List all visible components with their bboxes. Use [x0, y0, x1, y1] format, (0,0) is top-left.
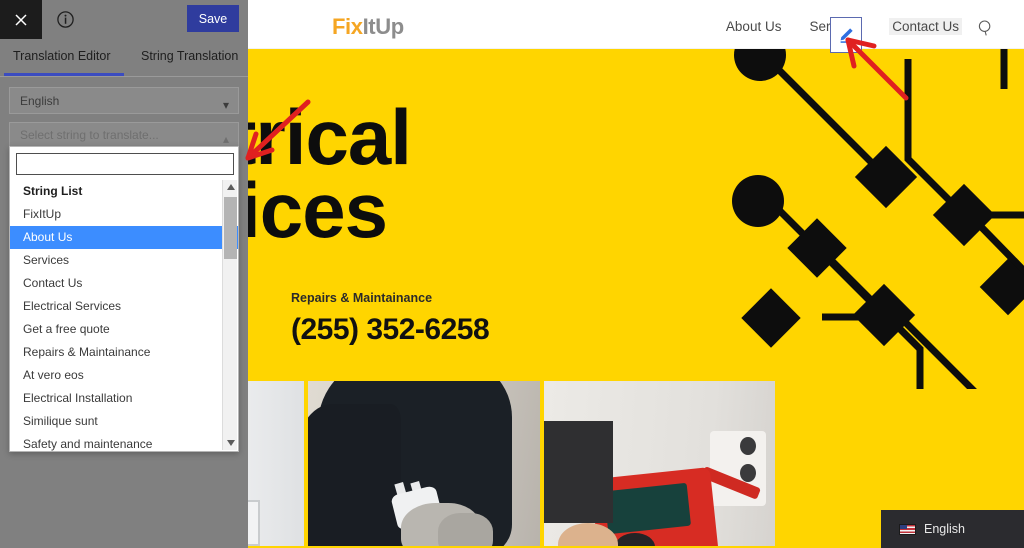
list-item[interactable]: At vero eos [10, 364, 238, 387]
scroll-down-arrow-icon[interactable] [223, 436, 238, 450]
search-icon[interactable] [976, 18, 996, 38]
list-item[interactable]: Contact Us [10, 272, 238, 295]
list-item[interactable]: FixItUp [10, 203, 238, 226]
translation-editor-panel: Save Translation Editor String Translati… [0, 0, 248, 548]
info-icon[interactable] [56, 10, 75, 29]
language-switcher-label: English [924, 522, 965, 536]
gallery-image-multimeter[interactable] [543, 381, 775, 546]
list-item[interactable]: Electrical Services [10, 295, 238, 318]
scroll-up-arrow-icon[interactable] [223, 180, 238, 194]
active-tab-indicator [4, 73, 124, 76]
language-switcher[interactable]: English [881, 510, 1024, 548]
nav-item-contact-us[interactable]: Contact Us [889, 18, 962, 35]
edit-pencil-button[interactable] [830, 17, 862, 53]
string-dropdown: String List FixItUp About Us Services Co… [9, 146, 239, 452]
gallery-image-plug[interactable] [308, 381, 540, 546]
string-select[interactable]: Select string to translate... ▴ [9, 122, 239, 148]
screen: FixItUp About Us Services Contact Us [0, 0, 1024, 548]
list-item[interactable]: Similique sunt [10, 410, 238, 433]
string-list: String List FixItUp About Us Services Co… [10, 180, 238, 451]
language-select[interactable]: English ▾ [9, 87, 239, 114]
site-logo[interactable]: FixItUp [332, 14, 404, 40]
chevron-up-icon: ▴ [222, 132, 229, 146]
list-item[interactable]: Repairs & Maintainance [10, 341, 238, 364]
list-item[interactable]: Services [10, 249, 238, 272]
list-item[interactable]: Safety and maintenance [10, 433, 238, 451]
panel-toolbar: Save [0, 0, 248, 39]
save-button[interactable]: Save [187, 5, 239, 32]
list-item[interactable]: Get a free quote [10, 318, 238, 341]
pencil-icon [840, 28, 853, 43]
scrollbar-thumb[interactable] [224, 197, 237, 259]
us-flag-icon [899, 523, 916, 535]
panel-tabs: Translation Editor String Translation [0, 39, 248, 77]
close-icon [15, 13, 27, 26]
list-item[interactable]: Electrical Installation [10, 387, 238, 410]
logo-part-2: ItUp [362, 14, 405, 39]
tab-translation-editor[interactable]: Translation Editor [13, 49, 111, 63]
logo-part-1: Fix [332, 14, 363, 39]
search-input[interactable] [16, 153, 234, 175]
string-list-header: String List [23, 184, 83, 198]
tab-string-translation[interactable]: String Translation [141, 49, 238, 63]
list-item-selected[interactable]: About Us [10, 226, 238, 249]
phone-number[interactable]: (255) 352-6258 [291, 313, 490, 347]
dropdown-scrollbar[interactable] [222, 180, 237, 450]
string-select-placeholder: Select string to translate... [20, 128, 159, 142]
language-select-value: English [20, 93, 60, 108]
close-button[interactable] [0, 0, 42, 39]
nav-item-about-us[interactable]: About Us [726, 19, 782, 34]
circuit-pattern-decoration [732, 49, 1024, 389]
phone-label: Repairs & Maintainance [291, 291, 433, 305]
chevron-down-icon: ▾ [222, 98, 229, 112]
